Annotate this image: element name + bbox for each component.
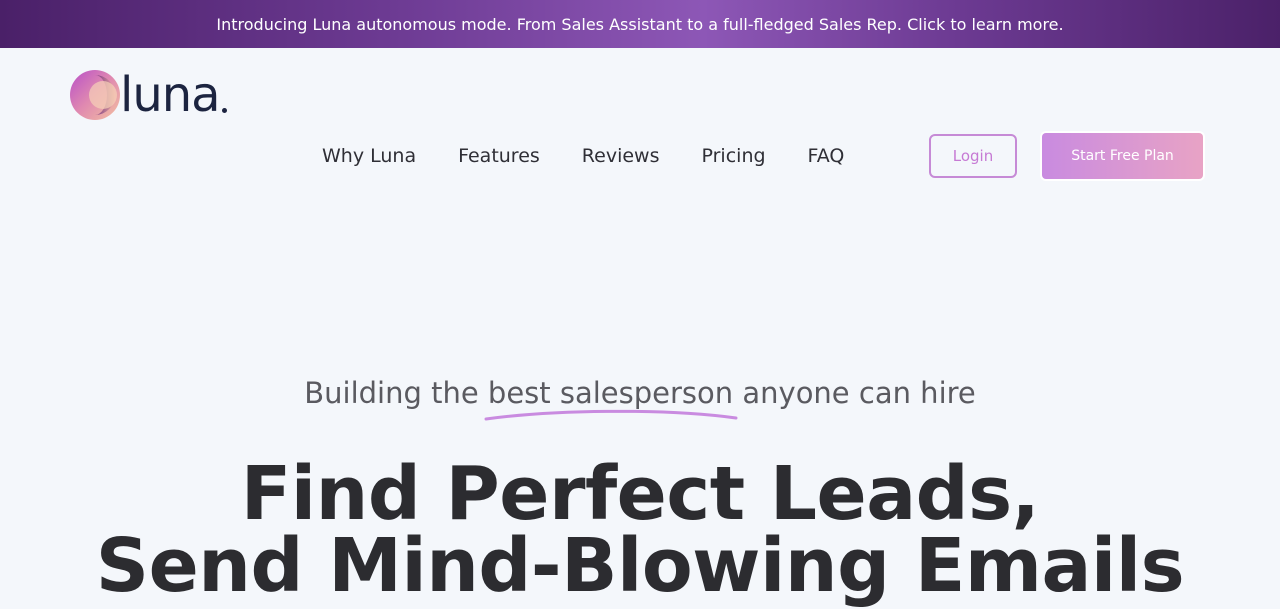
logo-wordmark: luna — [120, 67, 221, 123]
logo-dot — [221, 107, 227, 113]
start-free-plan-button[interactable]: Start Free Plan — [1042, 133, 1203, 179]
nav-why-luna[interactable]: Why Luna — [322, 140, 416, 172]
headline-line-2: Send Mind-Blowing Emails — [95, 523, 1185, 609]
tagline-highlight: best salesperson — [487, 376, 734, 410]
logo[interactable]: luna — [70, 66, 250, 124]
tagline-highlight-wrap: best salesperson — [484, 376, 738, 421]
announcement-bar[interactable]: Introducing Luna autonomous mode. From S… — [0, 0, 1280, 48]
nav-faq[interactable]: FAQ — [808, 140, 845, 172]
tagline-after: anyone can hire — [733, 376, 976, 410]
tagline-before: Building the — [304, 376, 488, 410]
nav-pricing[interactable]: Pricing — [702, 140, 766, 172]
hero-headline: Find Perfect Leads, Send Mind-Blowing Em… — [0, 457, 1280, 603]
main-nav: Why Luna Features Reviews Pricing FAQ — [322, 140, 844, 172]
announcement-text: Introducing Luna autonomous mode. From S… — [216, 14, 1064, 34]
hero-tagline: Building the best salesperson anyone can… — [0, 376, 1280, 421]
nav-features[interactable]: Features — [458, 140, 540, 172]
luna-moon-icon — [70, 70, 120, 120]
nav-reviews[interactable]: Reviews — [582, 140, 660, 172]
login-button[interactable]: Login — [929, 134, 1017, 178]
highlight-underline — [484, 409, 738, 421]
